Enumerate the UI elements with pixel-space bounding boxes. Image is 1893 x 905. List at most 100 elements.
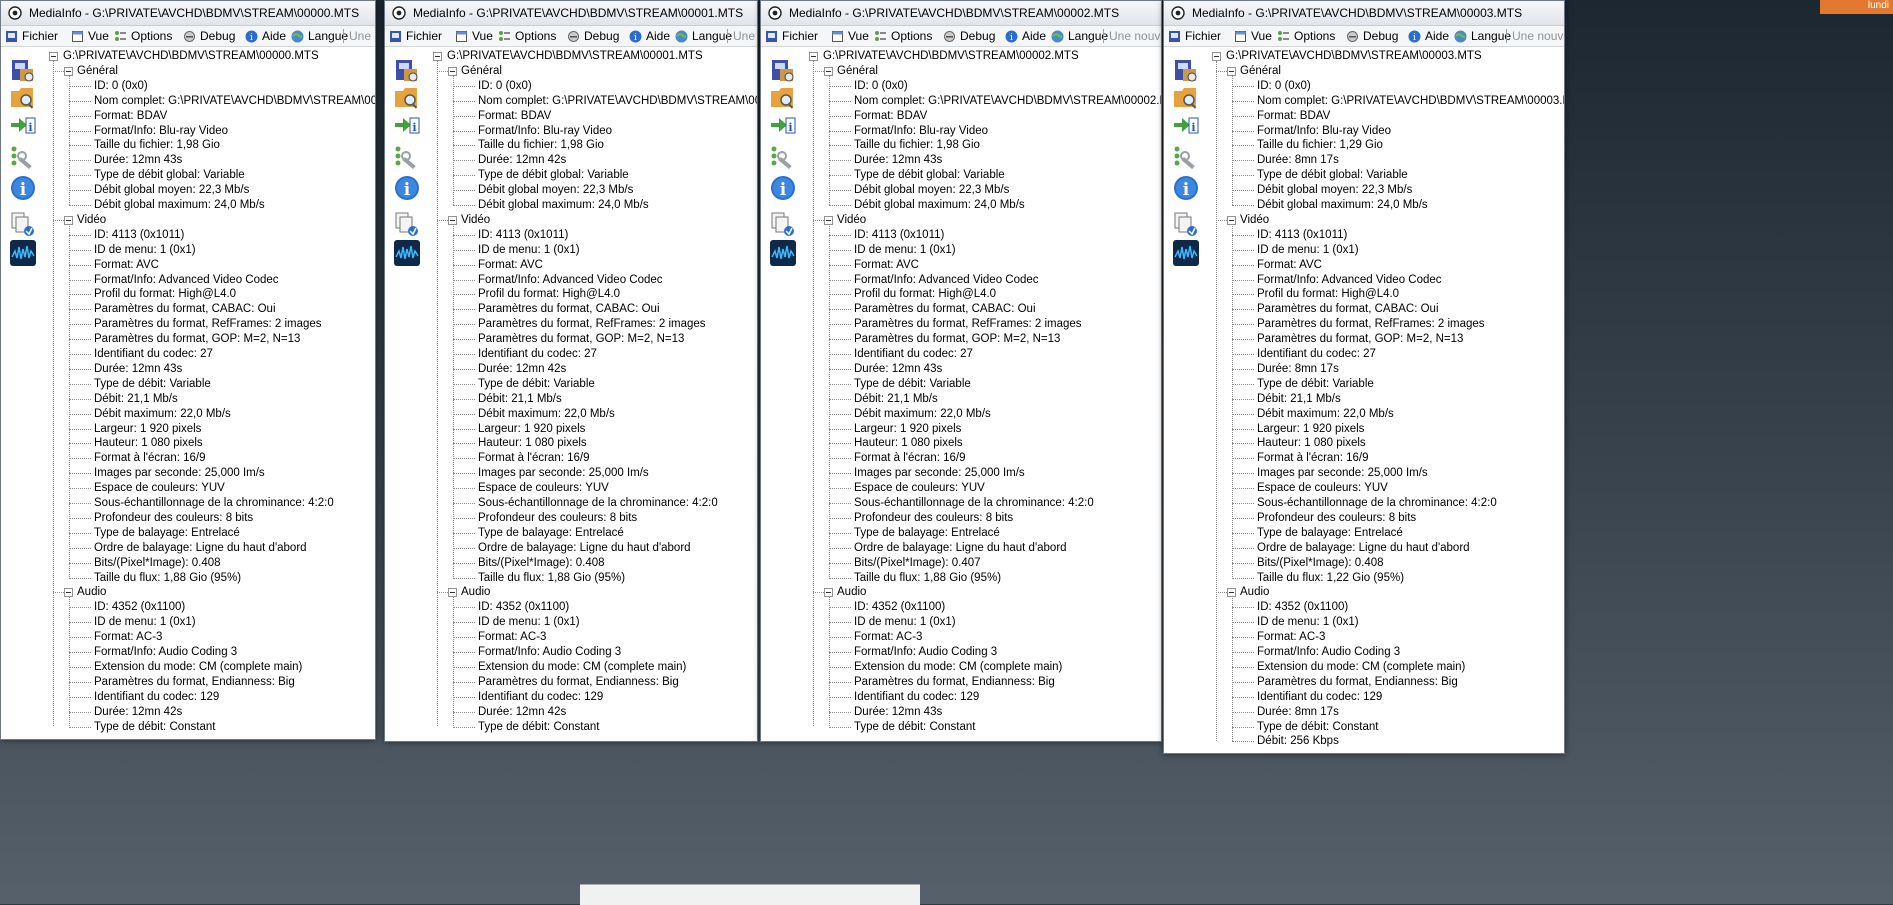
title-bar[interactable]: MediaInfo - G:\PRIVATE\AVCHD\BDMV\STREAM… xyxy=(1,1,375,26)
menu-debug[interactable]: Debug xyxy=(943,29,995,43)
menu-langue[interactable]: Langue xyxy=(1454,29,1511,43)
knowledge-wave-icon[interactable] xyxy=(1172,239,1200,267)
menu-fichier[interactable]: Fichier xyxy=(389,29,442,43)
preferences-icon[interactable] xyxy=(393,143,421,171)
collapse-toggle[interactable] xyxy=(49,52,58,61)
menu-aide[interactable]: i Aide xyxy=(629,29,670,43)
section-header-gnral[interactable]: Général xyxy=(1240,64,1281,78)
menu-options[interactable]: Options xyxy=(874,29,932,43)
tree-connector xyxy=(453,398,475,400)
section-header-gnral[interactable]: Général xyxy=(77,64,118,78)
info-row: ID de menu: 1 (0x1) xyxy=(478,243,580,256)
menu-vue[interactable]: Vue xyxy=(71,29,109,43)
tree-connector xyxy=(829,666,851,668)
menu-fichier[interactable]: Fichier xyxy=(5,29,58,43)
section-header-vido[interactable]: Vidéo xyxy=(837,213,866,227)
tree-connector xyxy=(1232,354,1254,355)
section-header-audio[interactable]: Audio xyxy=(77,585,106,599)
section-header-audio[interactable]: Audio xyxy=(461,585,490,599)
new-version-notice[interactable]: Une nouvelle version xyxy=(349,29,375,43)
menu-options[interactable]: Options xyxy=(114,29,172,43)
documents-icon[interactable] xyxy=(1172,210,1200,238)
tree-root-path[interactable]: G:\PRIVATE\AVCHD\BDMV\STREAM\00001.MTS xyxy=(447,49,703,63)
collapse-toggle[interactable] xyxy=(809,52,818,61)
menu-vue[interactable]: Vue xyxy=(455,29,493,43)
menu-options[interactable]: Options xyxy=(1277,29,1335,43)
title-bar[interactable]: MediaInfo - G:\PRIVATE\AVCHD\BDMV\STREAM… xyxy=(385,1,757,26)
section-header-vido[interactable]: Vidéo xyxy=(461,213,490,227)
menu-fichier[interactable]: Fichier xyxy=(1168,29,1221,43)
section-header-audio[interactable]: Audio xyxy=(837,585,866,599)
menu-aide[interactable]: i Aide xyxy=(1005,29,1046,43)
open-folder-icon[interactable] xyxy=(1172,83,1200,111)
open-file-icon[interactable] xyxy=(1172,57,1200,85)
open-folder-icon[interactable] xyxy=(393,83,421,111)
about-info-icon[interactable]: i xyxy=(769,174,797,202)
tree-connector xyxy=(1232,428,1254,430)
info-row: Profil du format: High@L4.0 xyxy=(94,288,237,301)
preferences-icon[interactable] xyxy=(1172,143,1200,171)
menu-aide[interactable]: i Aide xyxy=(245,29,286,43)
tree-connector xyxy=(69,596,70,727)
about-info-icon[interactable]: i xyxy=(9,174,37,202)
documents-icon[interactable] xyxy=(9,210,37,238)
menu-options[interactable]: Options xyxy=(498,29,556,43)
export-icon[interactable]: i xyxy=(9,111,37,139)
tree-root-path[interactable]: G:\PRIVATE\AVCHD\BDMV\STREAM\00002.MTS xyxy=(823,49,1079,63)
section-header-audio[interactable]: Audio xyxy=(1240,585,1269,599)
new-version-notice[interactable]: Une nouvelle version xyxy=(1512,29,1564,43)
menu-langue[interactable]: Langue xyxy=(1051,29,1108,43)
section-header-vido[interactable]: Vidéo xyxy=(77,213,106,227)
documents-icon[interactable] xyxy=(393,210,421,238)
open-file-icon[interactable] xyxy=(393,57,421,85)
section-header-vido[interactable]: Vidéo xyxy=(1240,213,1269,227)
title-bar[interactable]: MediaInfo - G:\PRIVATE\AVCHD\BDMV\STREAM… xyxy=(761,1,1161,26)
menu-bar: Fichier Vue Options Debug i Aide LangueUne nou… xyxy=(1164,26,1564,47)
documents-icon[interactable] xyxy=(769,210,797,238)
about-info-icon[interactable]: i xyxy=(393,174,421,202)
menu-options-label: Options xyxy=(1294,29,1336,43)
menu-debug[interactable]: Debug xyxy=(183,29,235,43)
open-folder-icon[interactable] xyxy=(769,83,797,111)
collapse-toggle[interactable] xyxy=(433,52,442,61)
export-icon[interactable]: i xyxy=(1172,111,1200,139)
menu-debug[interactable]: Debug xyxy=(567,29,619,43)
about-info-icon[interactable]: i xyxy=(1172,174,1200,202)
menu-debug[interactable]: Debug xyxy=(1346,29,1398,43)
section-header-gnral[interactable]: Général xyxy=(837,64,878,78)
menu-aide[interactable]: i Aide xyxy=(1408,29,1449,43)
knowledge-wave-icon[interactable] xyxy=(769,239,797,267)
menu-vue[interactable]: Vue xyxy=(1234,29,1272,43)
info-row: Images par seconde: 25,000 Im/s xyxy=(94,467,265,480)
open-folder-icon[interactable] xyxy=(9,83,37,111)
menu-langue[interactable]: Langue xyxy=(291,29,348,43)
preferences-icon[interactable] xyxy=(9,143,37,171)
export-icon[interactable]: i xyxy=(769,111,797,139)
svg-text:i: i xyxy=(780,180,787,200)
tree-connector xyxy=(829,100,851,102)
options-menu-icon xyxy=(874,30,887,43)
new-version-notice[interactable]: Une nouvelle version xyxy=(1109,29,1161,43)
export-icon[interactable]: i xyxy=(393,111,421,139)
tree-connector xyxy=(829,264,851,266)
open-file-icon[interactable] xyxy=(9,57,37,85)
preferences-icon[interactable] xyxy=(769,143,797,171)
title-bar[interactable]: MediaInfo - G:\PRIVATE\AVCHD\BDMV\STREAM… xyxy=(1164,1,1564,26)
section-header-gnral[interactable]: Général xyxy=(461,64,502,78)
collapse-toggle[interactable] xyxy=(1212,52,1221,61)
info-row: Paramètres du format, CABAC: Oui xyxy=(854,303,1036,316)
new-version-notice[interactable]: Une nouvelle version xyxy=(733,29,757,43)
open-file-icon[interactable] xyxy=(769,57,797,85)
info-row: Bits/(Pixel*Image): 0.408 xyxy=(94,556,221,569)
menu-fichier[interactable]: Fichier xyxy=(765,29,818,43)
info-row: Largeur: 1 920 pixels xyxy=(478,422,586,435)
info-row: Nom complet: G:\PRIVATE\AVCHD\BDMV\STREA… xyxy=(478,94,757,107)
toolbar-sidebar: ii xyxy=(1164,47,1206,753)
knowledge-wave-icon[interactable] xyxy=(393,239,421,267)
mediainfo-app-icon xyxy=(8,6,22,20)
knowledge-wave-icon[interactable] xyxy=(9,239,37,267)
tree-root-path[interactable]: G:\PRIVATE\AVCHD\BDMV\STREAM\00003.MTS xyxy=(1226,49,1482,63)
tree-root-path[interactable]: G:\PRIVATE\AVCHD\BDMV\STREAM\00000.MTS xyxy=(63,49,319,63)
menu-langue[interactable]: Langue xyxy=(675,29,732,43)
menu-vue[interactable]: Vue xyxy=(831,29,869,43)
